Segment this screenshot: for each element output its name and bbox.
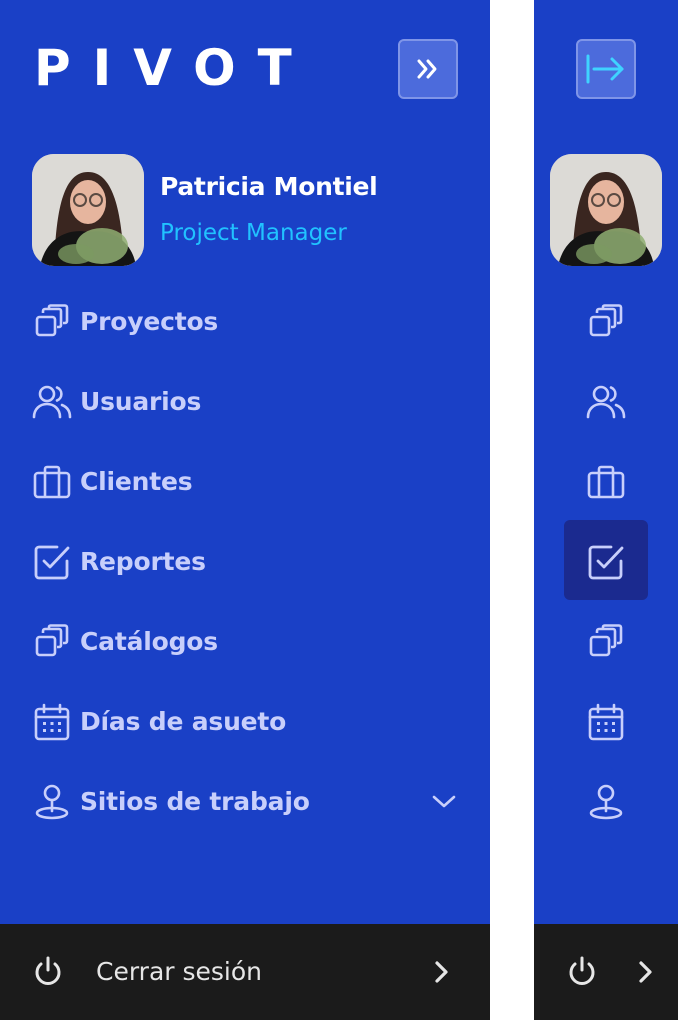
nav-label-catalogos: Catálogos	[80, 627, 218, 656]
nav-item-catalogos[interactable]: Catálogos	[0, 602, 490, 682]
user-name: Patricia Montiel	[160, 172, 378, 201]
user-profile[interactable]: Patricia Montiel Project Manager	[32, 154, 472, 266]
expanded-sidebar: PIVOT Patricia Montiel Project Manager P…	[0, 0, 490, 1020]
nav-item-proyectos[interactable]: Proyectos	[0, 282, 490, 362]
calendar-icon	[586, 702, 626, 742]
chevron-right-icon	[435, 961, 448, 983]
avatar	[32, 154, 144, 266]
logout-button[interactable]: Cerrar sesión	[0, 924, 490, 1020]
chevron-down-icon[interactable]	[430, 790, 458, 814]
nav-label-proyectos: Proyectos	[80, 307, 219, 336]
collapse-toggle-button[interactable]	[576, 39, 636, 99]
briefcase-icon	[586, 462, 626, 502]
logout-label: Cerrar sesión	[96, 957, 263, 986]
collapsed-nav-item-dias-de-asueto[interactable]	[534, 682, 678, 762]
power-icon	[35, 956, 61, 985]
stack-icon	[586, 622, 626, 662]
collapsed-sidebar	[534, 0, 678, 1020]
arrow-right-to-line-icon	[586, 54, 624, 84]
checkbox-icon	[586, 542, 626, 582]
app-logo: PIVOT	[34, 39, 314, 97]
double-chevron-right-icon	[417, 59, 437, 79]
stack-icon	[32, 622, 72, 662]
stack-icon	[586, 302, 626, 342]
users-icon	[586, 382, 626, 422]
user-role: Project Manager	[160, 220, 347, 246]
nav-item-reportes[interactable]: Reportes	[0, 522, 490, 602]
collapsed-nav-item-catalogos[interactable]	[534, 602, 678, 682]
collapsed-nav-item-sitios-de-trabajo[interactable]	[534, 762, 678, 842]
collapsed-nav-item-usuarios[interactable]	[534, 362, 678, 442]
power-icon	[569, 956, 595, 985]
calendar-icon	[32, 702, 72, 742]
nav-label-usuarios: Usuarios	[80, 387, 202, 416]
location-pin-icon	[32, 782, 72, 822]
expand-toggle-button[interactable]	[398, 39, 458, 99]
stack-icon	[32, 302, 72, 342]
checkbox-icon	[32, 542, 72, 582]
nav-label-clientes: Clientes	[80, 467, 193, 496]
nav-label-reportes: Reportes	[80, 547, 206, 576]
nav-label-sitios-de-trabajo: Sitios de trabajo	[80, 787, 310, 816]
nav-item-sitios-de-trabajo[interactable]: Sitios de trabajo	[0, 762, 490, 842]
collapsed-nav	[534, 282, 678, 842]
location-pin-icon	[586, 782, 626, 822]
nav-label-dias-de-asueto: Días de asueto	[80, 707, 287, 736]
users-icon	[32, 382, 72, 422]
collapsed-nav-item-reportes[interactable]	[534, 520, 678, 602]
collapsed-nav-item-proyectos[interactable]	[534, 282, 678, 362]
chevron-right-icon	[639, 961, 652, 983]
nav-item-usuarios[interactable]: Usuarios	[0, 362, 490, 442]
main-nav: Proyectos Usuarios Clientes Reportes Cat…	[0, 282, 490, 842]
collapsed-nav-item-clientes[interactable]	[534, 442, 678, 522]
nav-item-dias-de-asueto[interactable]: Días de asueto	[0, 682, 490, 762]
nav-item-clientes[interactable]: Clientes	[0, 442, 490, 522]
briefcase-icon	[32, 462, 72, 502]
collapsed-logout-button[interactable]	[534, 924, 678, 1020]
avatar[interactable]	[550, 154, 662, 266]
